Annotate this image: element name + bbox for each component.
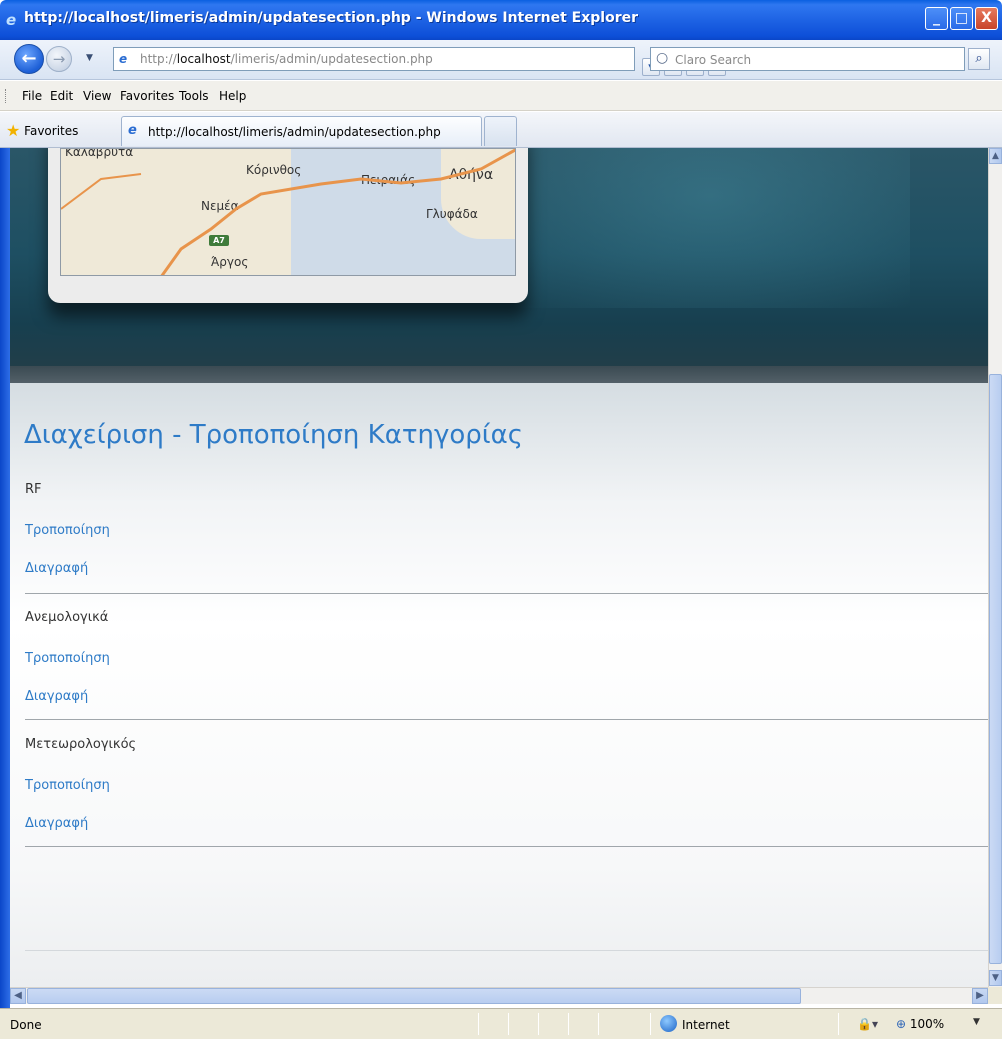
search-go-button[interactable]: ⌕ [968,48,990,70]
ie-logo-icon: e [6,11,17,29]
protected-mode-icon[interactable]: 🔒▾ [857,1017,878,1031]
favorites-bar: ★ Favorites e http://localhost/limeris/a… [0,112,1002,148]
status-divider [508,1013,509,1035]
search-placeholder: Claro Search [675,53,752,67]
status-divider [650,1013,651,1035]
page-viewport: Καλάβρυτα Κόρινθος Πειραιάς Αθήνα Νεμέα … [10,148,989,987]
address-url: http://localhost/limeris/admin/updatesec… [140,52,433,66]
star-icon: ★ [6,121,21,140]
minimize-button[interactable]: _ [925,7,948,30]
separator [25,846,988,847]
window-title: http://localhost/limeris/admin/updatesec… [24,10,639,26]
horizontal-scrollbar[interactable]: ◀ ▶ [10,987,989,1004]
status-divider [838,1013,839,1035]
status-divider [598,1013,599,1035]
map-frame: Καλάβρυτα Κόρινθος Πειραιάς Αθήνα Νεμέα … [48,148,528,303]
delete-link[interactable]: Διαγραφή [25,561,88,576]
site-banner: Καλάβρυτα Κόρινθος Πειραιάς Αθήνα Νεμέα … [10,148,989,383]
zoom-button[interactable]: ⊕ 100% [896,1017,944,1031]
tab-current[interactable]: e http://localhost/limeris/admin/updates… [121,116,482,146]
scroll-thumb[interactable] [989,374,1002,964]
page-icon: e [128,123,137,138]
menu-favorites[interactable]: Favorites [120,89,174,103]
scroll-right-button[interactable]: ▶ [972,988,988,1004]
favorites-label: Favorites [24,124,79,138]
banner-glow [510,148,910,308]
tab-label: http://localhost/limeris/admin/updatesec… [148,125,441,139]
favorites-button[interactable]: ★ Favorites [6,120,79,140]
zoom-icon: ⊕ [896,1017,907,1031]
address-input[interactable]: e http://localhost/limeris/admin/updates… [113,47,726,76]
page-title: Διαχείριση - Τροποποίηση Κατηγορίας [24,420,523,450]
separator [25,593,988,594]
category-name: RF [25,482,42,497]
window-titlebar: e http://localhost/limeris/admin/updates… [0,0,1002,40]
page-icon: e [119,52,128,66]
scroll-up-button[interactable]: ▲ [989,148,1002,164]
map-roads [61,149,515,275]
menu-view[interactable]: View [83,89,111,103]
address-toolbar: ← → ▼ e http://localhost/limeris/admin/u… [0,40,1002,80]
back-button[interactable]: ← [14,44,44,74]
menu-file[interactable]: File [22,89,42,103]
window-frame [0,148,10,1008]
menu-bar: File Edit View Favorites Tools Help [0,81,1002,111]
menu-grip [5,89,7,103]
separator [25,719,988,720]
status-divider [538,1013,539,1035]
category-name: Ανεμολογικά [25,610,109,625]
status-divider [478,1013,479,1035]
menu-help[interactable]: Help [219,89,246,103]
banner-strip [10,366,989,383]
search-icon: ○ [656,50,669,66]
scroll-corner [988,987,1002,1004]
security-zone: Internet [682,1018,730,1032]
footer-separator [25,950,988,951]
close-button[interactable]: X [975,7,998,30]
vertical-scrollbar[interactable]: ▲ ▼ [988,148,1002,987]
edit-link[interactable]: Τροποποίηση [25,523,110,538]
content-area [10,383,989,987]
menu-tools[interactable]: Tools [179,89,209,103]
scroll-left-button[interactable]: ◀ [10,988,26,1004]
zoom-level: 100% [909,1017,945,1031]
status-text: Done [10,1018,42,1032]
category-name: Μετεωρολογικός [25,737,137,752]
edit-link[interactable]: Τροποποίηση [25,778,110,793]
new-tab-button[interactable] [484,116,517,146]
scroll-down-button[interactable]: ▼ [989,970,1002,986]
scroll-thumb-horizontal[interactable] [27,988,801,1004]
status-divider [568,1013,569,1035]
globe-icon [660,1015,677,1032]
delete-link[interactable]: Διαγραφή [25,816,88,831]
search-input[interactable]: ○ Claro Search [650,47,965,71]
recent-pages-dropdown-icon[interactable]: ▼ [86,53,93,63]
map-image: Καλάβρυτα Κόρινθος Πειραιάς Αθήνα Νεμέα … [60,148,516,276]
menu-edit[interactable]: Edit [50,89,73,103]
forward-button[interactable]: → [46,46,72,72]
zoom-dropdown-icon[interactable]: ▼ [973,1017,980,1027]
maximize-button[interactable]: □ [950,7,973,30]
delete-link[interactable]: Διαγραφή [25,689,88,704]
edit-link[interactable]: Τροποποίηση [25,651,110,666]
status-bar: Done Internet 🔒▾ ⊕ 100% ▼ [0,1008,1002,1039]
